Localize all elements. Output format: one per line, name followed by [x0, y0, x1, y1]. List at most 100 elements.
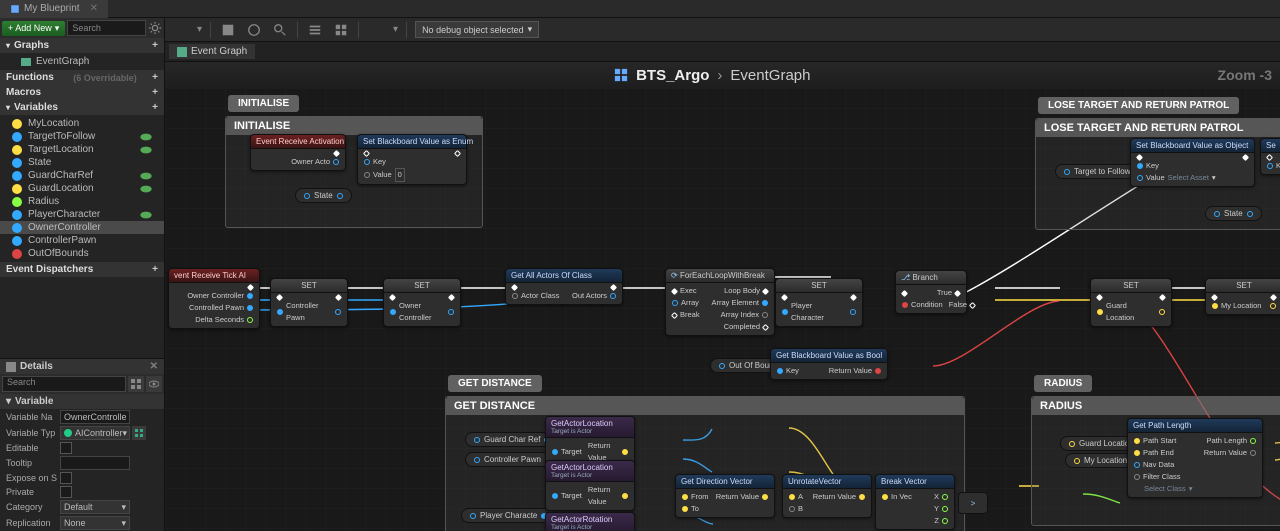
blueprint-tab[interactable]: My Blueprint ✕ [0, 0, 108, 18]
variable-item-targetlocation[interactable]: TargetLocation [0, 143, 164, 156]
variable-item-guardcharref[interactable]: GuardCharRef [0, 169, 164, 182]
gear-icon[interactable] [148, 21, 162, 35]
node-event-receive-activation[interactable]: Event Receive Activation Owner Acto [250, 134, 346, 171]
eye-icon[interactable] [140, 184, 152, 194]
event-graph-item[interactable]: EventGraph [0, 55, 164, 68]
node-get-direction-vector[interactable]: Get Direction Vector FromReturn Value To [675, 474, 775, 518]
variable-item-radius[interactable]: Radius [0, 195, 164, 208]
node-set-bb-object[interactable]: Set Blackboard Value as Object Key Value… [1130, 138, 1255, 187]
variable-item-outofbounds[interactable]: OutOfBounds [0, 247, 164, 260]
nav-back-button[interactable] [173, 68, 187, 82]
variable-item-targettofollow[interactable]: TargetToFollow [0, 130, 164, 143]
eye-icon[interactable] [140, 210, 152, 220]
variable-item-playercharacter[interactable]: PlayerCharacter [0, 208, 164, 221]
add-dispatcher-button[interactable]: + [152, 264, 158, 275]
comment-head-radius[interactable]: RADIUS [1032, 397, 1280, 415]
class-defaults-button[interactable] [332, 21, 350, 39]
pill-state[interactable]: State [295, 188, 352, 203]
array-toggle-button[interactable] [132, 426, 146, 440]
add-new-label: + Add New [8, 23, 52, 33]
find-button[interactable] [271, 21, 289, 39]
dispatchers-section[interactable]: Event Dispatchers + [0, 262, 164, 277]
node-set-bb-enum[interactable]: Set Blackboard Value as Enum Key Value 0 [357, 134, 467, 185]
variable-name-input[interactable] [60, 410, 130, 424]
type-dot [12, 158, 22, 168]
nav-forward-button[interactable] [193, 68, 207, 82]
close-icon[interactable]: ✕ [90, 3, 98, 14]
node-get-actor-location-2[interactable]: GetActorLocationTarget is Actor TargetRe… [545, 460, 635, 511]
details-matrix-button[interactable] [128, 376, 144, 392]
details-header[interactable]: Details ✕ [0, 359, 164, 374]
node-set-ml[interactable]: SET My Location [1205, 278, 1280, 315]
add-graph-button[interactable]: + [152, 40, 158, 51]
variable-item-controllerpawn[interactable]: ControllerPawn [0, 234, 164, 247]
close-icon[interactable]: ✕ [150, 361, 158, 372]
graphs-section[interactable]: ▾Graphs + [0, 38, 164, 53]
blueprint-search-input[interactable]: Search [67, 20, 146, 36]
add-new-button[interactable]: + Add New ▾ [2, 21, 65, 36]
node-branch[interactable]: ⎇ Branch True ConditionFalse [895, 270, 967, 314]
browse-button[interactable] [245, 21, 263, 39]
add-macro-button[interactable]: + [152, 87, 158, 98]
save-button[interactable] [219, 21, 237, 39]
add-variable-button[interactable]: + [152, 102, 158, 113]
pill-player-character[interactable]: Player Characte [461, 508, 556, 523]
variable-item-guardlocation[interactable]: GuardLocation [0, 182, 164, 195]
breadcrumb-main[interactable]: BTS_Argo [636, 67, 709, 84]
variable-category[interactable]: ▾Variable [0, 394, 164, 409]
node-foreach[interactable]: ⟳ ForEachLoopWithBreak ExecLoop Body Arr… [665, 268, 775, 336]
node-get-path-length[interactable]: Get Path Length Path StartPath Length Pa… [1127, 418, 1263, 498]
variable-item-state[interactable]: State [0, 156, 164, 169]
variable-label: TargetLocation [28, 144, 94, 155]
debug-object-combo[interactable]: No debug object selected▾ [415, 21, 539, 38]
comment-head-initialise[interactable]: INITIALISE [226, 117, 482, 135]
node-set-gl[interactable]: SET Guard Location [1090, 278, 1172, 327]
class-settings-button[interactable] [306, 21, 324, 39]
type-dot [12, 171, 22, 181]
node-break-vector[interactable]: Break Vector In VecX Y Z [875, 474, 955, 530]
variable-label: GuardLocation [28, 183, 94, 194]
variables-section[interactable]: ▾Variables + [0, 100, 164, 115]
save-icon [221, 23, 235, 37]
private-checkbox[interactable] [60, 486, 72, 498]
details-search-input[interactable]: Search [2, 376, 126, 392]
variable-item-mylocation[interactable]: MyLocation [0, 117, 164, 130]
event-graph-tab[interactable]: Event Graph [169, 44, 255, 59]
node-set-pc[interactable]: SET Player Character [775, 278, 863, 327]
compile-dropdown[interactable] [171, 21, 189, 39]
functions-section[interactable]: Functions (6 Overridable) + [0, 70, 164, 85]
graph-canvas[interactable]: INITIALISE INITIALISE Event Receive Acti… [165, 88, 1280, 531]
node-get-actor-rotation[interactable]: GetActorRotationTarget is Actor TargetRe… [545, 512, 635, 531]
variable-label: MyLocation [28, 118, 79, 129]
node-event-tick[interactable]: vent Receive Tick AI Owner Controller Co… [168, 268, 260, 329]
eye-icon[interactable] [140, 171, 152, 181]
editable-checkbox[interactable] [60, 442, 72, 454]
macros-section[interactable]: Macros + [0, 85, 164, 100]
replication-combo[interactable]: None▾ [60, 516, 130, 530]
comment-head-getdist[interactable]: GET DISTANCE [446, 397, 964, 415]
tooltip-input[interactable] [60, 456, 130, 470]
add-function-button[interactable]: + [152, 72, 158, 83]
play-button[interactable] [367, 21, 385, 39]
variable-type-combo[interactable]: AIController▾ [60, 426, 130, 440]
eye-icon[interactable] [140, 145, 152, 155]
category-combo[interactable]: Default▾ [60, 500, 130, 514]
node-compare[interactable]: > [958, 492, 988, 514]
pill-state-2[interactable]: State [1205, 206, 1262, 221]
node-get-all-actors[interactable]: Get All Actors Of Class Actor ClassOut A… [505, 268, 623, 305]
node-unrotate-vector[interactable]: UnrotateVector AReturn Value B [782, 474, 872, 518]
type-dot [12, 119, 22, 129]
globe-icon [247, 23, 261, 37]
comment-head-lose[interactable]: LOSE TARGET AND RETURN PATROL [1036, 119, 1280, 137]
variable-label: GuardCharRef [28, 170, 93, 181]
expose-checkbox[interactable] [60, 472, 72, 484]
node-get-bb-bool[interactable]: Get Blackboard Value as Bool KeyReturn V… [770, 348, 888, 380]
node-set-2[interactable]: SET Owner Controller [383, 278, 461, 327]
node-set-1[interactable]: SET Controller Pawn [270, 278, 348, 327]
type-dot [12, 184, 22, 194]
node-set-bb-2[interactable]: Se K [1260, 138, 1280, 175]
variable-item-ownercontroller[interactable]: OwnerController [0, 221, 164, 234]
breadcrumb-sub[interactable]: EventGraph [730, 67, 810, 84]
eye-icon[interactable] [140, 132, 152, 142]
details-eye-button[interactable] [146, 376, 162, 392]
